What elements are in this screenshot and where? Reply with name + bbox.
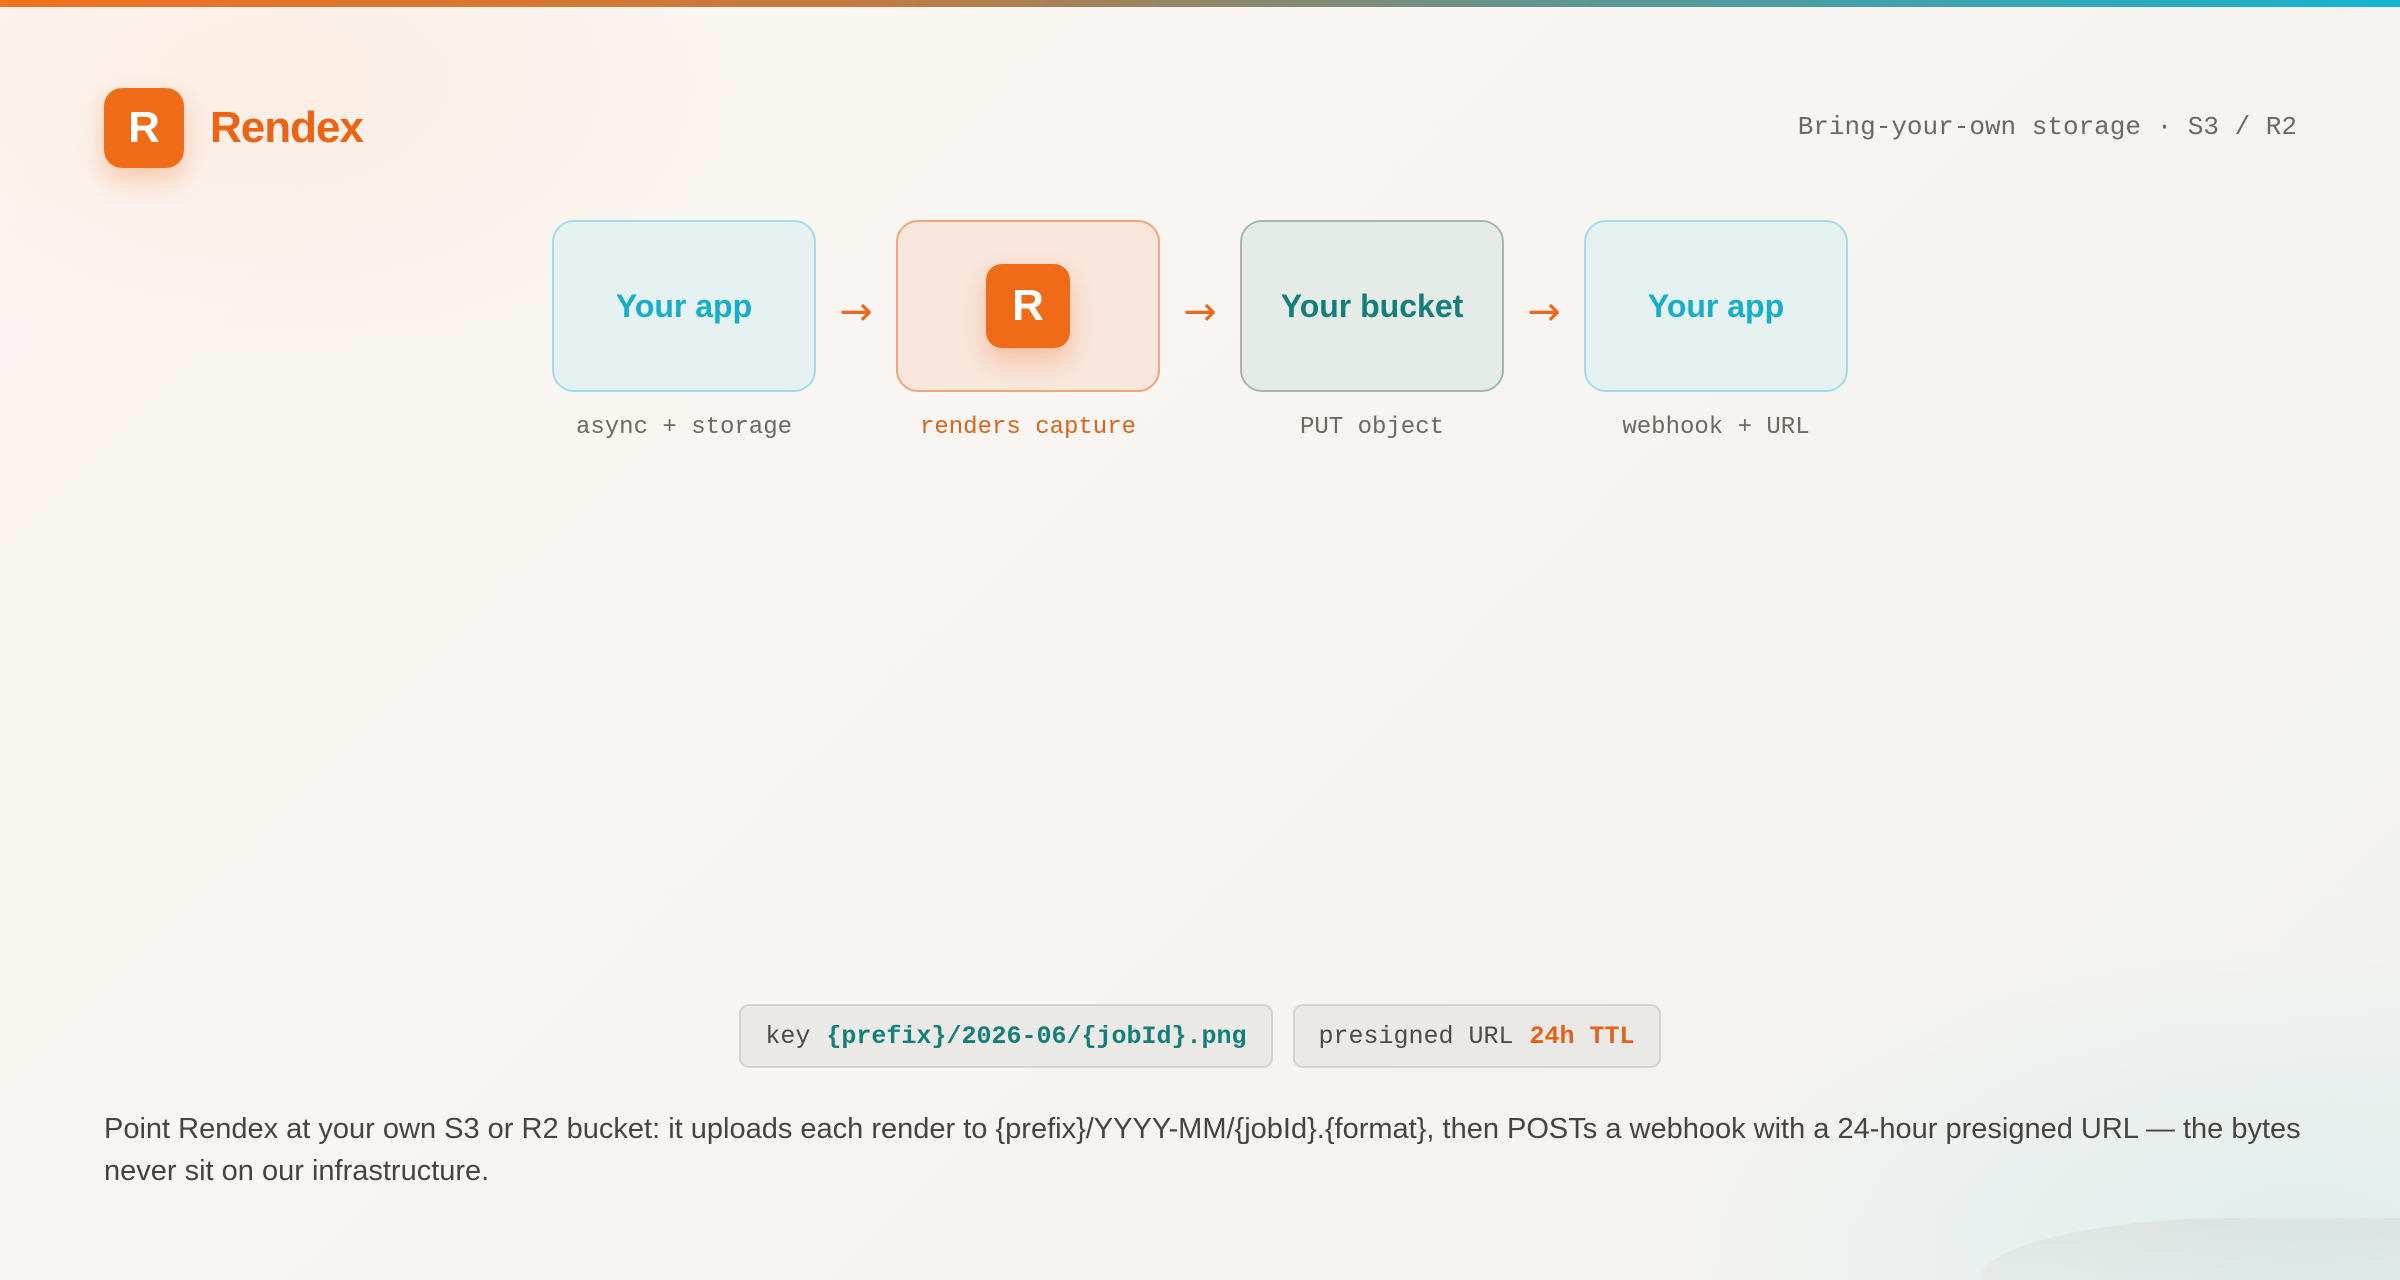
storage-flow-diagram: Your app async + storage → R renders cap… xyxy=(552,220,1848,441)
caption-renders-capture: renders capture xyxy=(919,414,1137,441)
brand-logo: R Rendex xyxy=(104,88,364,168)
stage-your-bucket: Your bucket PUT object xyxy=(1240,220,1504,441)
presigned-url-chip: presigned URL 24h TTL xyxy=(1292,1004,1661,1068)
brand-name: Rendex xyxy=(210,103,364,152)
caption-webhook-url: webhook + URL xyxy=(1622,414,1810,441)
chip-key-value: {prefix}/2026-06/{jobId}.png xyxy=(826,1021,1247,1051)
stage-rendex: R renders capture xyxy=(896,220,1160,441)
node-your-bucket: Your bucket xyxy=(1240,220,1504,392)
arrow-right-icon: → xyxy=(1527,289,1561,335)
caption-async-storage: async + storage xyxy=(575,414,793,441)
node-your-app-request: Your app xyxy=(552,220,816,392)
chip-ttl-value: 24h TTL xyxy=(1529,1021,1635,1051)
arrow-right-icon: → xyxy=(1183,289,1217,335)
brand-mark-icon: R xyxy=(104,88,184,168)
stage-your-app-webhook: Your app webhook + URL xyxy=(1584,220,1848,441)
caption-put-object: PUT object xyxy=(1299,414,1445,441)
decorative-corner-shape xyxy=(1980,1218,2400,1280)
chip-presigned-label: presigned URL xyxy=(1318,1021,1514,1051)
node-rendex: R xyxy=(896,220,1160,392)
arrow-right-icon: → xyxy=(839,289,873,335)
key-format-chip: key {prefix}/2026-06/{jobId}.png xyxy=(739,1004,1273,1068)
description-text: Point Rendex at your own S3 or R2 bucket… xyxy=(104,1113,2301,1187)
stage-your-app-request: Your app async + storage xyxy=(552,220,816,441)
top-gradient-bar xyxy=(0,0,2400,7)
node-your-app-webhook: Your app xyxy=(1584,220,1848,392)
rendex-mark-icon: R xyxy=(986,264,1070,348)
chip-key-label: key xyxy=(765,1021,811,1051)
info-chips: key {prefix}/2026-06/{jobId}.png presign… xyxy=(0,1004,2400,1068)
tagline: Bring-your-own storage · S3 / R2 xyxy=(1797,112,2297,142)
